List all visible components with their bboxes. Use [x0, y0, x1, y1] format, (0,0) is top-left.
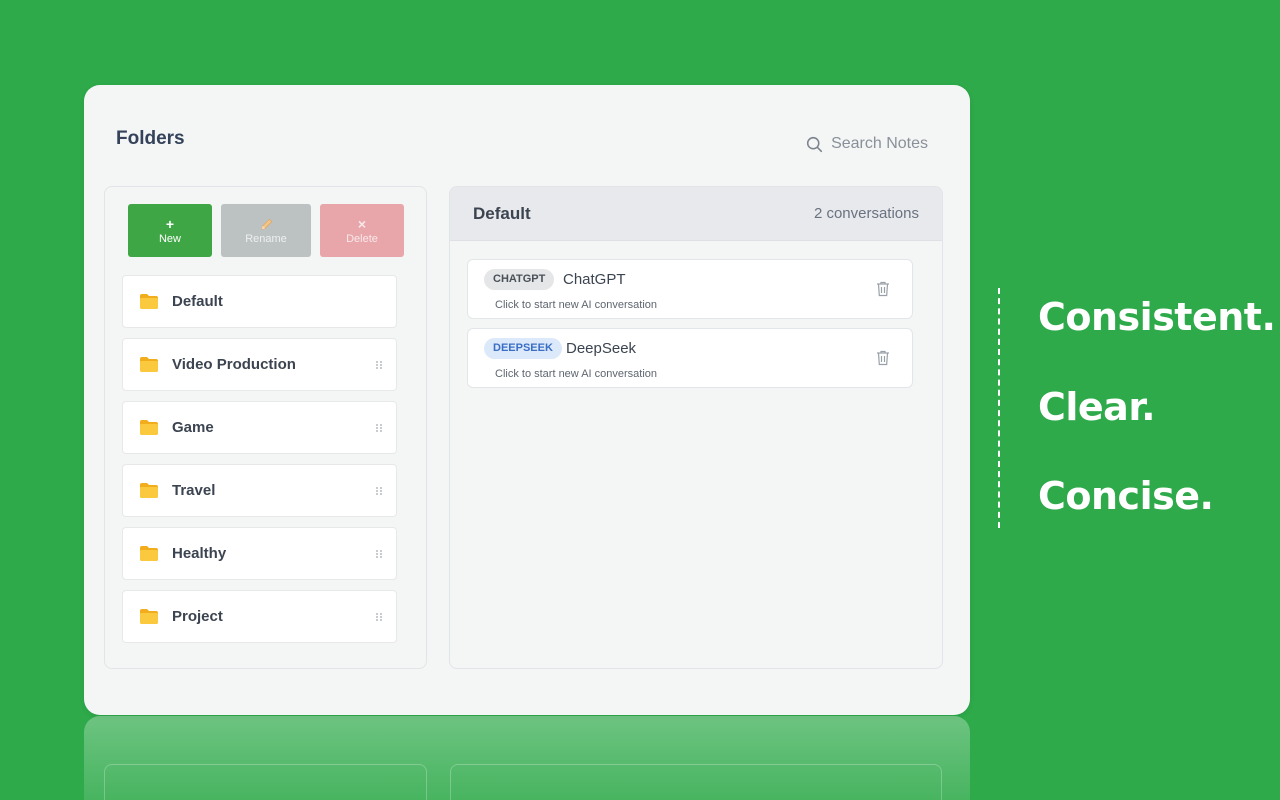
folder-name: Project: [172, 608, 223, 625]
folder-icon: [140, 546, 158, 561]
delete-folder-button[interactable]: × Delete: [320, 204, 404, 257]
folder-panel: + New Rename × Delete Default Video Prod…: [104, 186, 427, 669]
panel-title: Folders: [116, 128, 185, 149]
folder-item-healthy[interactable]: Healthy: [122, 527, 397, 580]
conversation-name: DeepSeek: [566, 340, 637, 357]
folder-name: Video Production: [172, 356, 296, 373]
plus-icon: +: [165, 215, 175, 232]
folder-item-game[interactable]: Game: [122, 401, 397, 454]
rename-label: Rename: [245, 232, 287, 245]
drag-handle-icon[interactable]: [375, 360, 383, 370]
conversation-count: 2 conversations: [813, 205, 919, 222]
folder-item-project[interactable]: Project: [122, 590, 397, 643]
folder-name: Game: [172, 419, 214, 436]
folder-icon: [140, 483, 158, 498]
tagline-clear: Clear.: [1038, 385, 1156, 429]
rename-folder-button[interactable]: Rename: [221, 204, 311, 257]
drag-handle-icon[interactable]: [375, 486, 383, 496]
ai-badge: DEEPSEEK: [484, 338, 562, 359]
folder-icon: [140, 357, 158, 372]
search-placeholder: Search Notes: [831, 135, 928, 152]
tagline-concise: Concise.: [1038, 474, 1214, 518]
conversation-header: Default 2 conversations: [450, 187, 942, 241]
new-folder-button[interactable]: + New: [128, 204, 212, 257]
close-icon: ×: [357, 215, 367, 232]
folder-item-travel[interactable]: Travel: [122, 464, 397, 517]
folder-name: Healthy: [172, 545, 227, 562]
folder-name: Travel: [172, 482, 216, 499]
dashed-divider: [998, 288, 1000, 528]
reflection-left-panel: [104, 764, 427, 800]
conversation-panel: Default 2 conversations CHATGPT ChatGPT …: [449, 186, 943, 669]
conversation-subtitle: Click to start new AI conversation: [495, 368, 658, 380]
trash-icon[interactable]: [876, 281, 890, 297]
ai-badge: CHATGPT: [484, 269, 555, 290]
conversation-name: ChatGPT: [563, 271, 626, 288]
pencil-icon: [260, 218, 272, 230]
reflection-right-panel: [450, 764, 942, 800]
selected-folder-title: Default: [473, 203, 531, 223]
conversation-subtitle: Click to start new AI conversation: [495, 299, 658, 311]
folder-toolbar: + New Rename × Delete: [128, 204, 404, 257]
folder-icon: [140, 294, 158, 309]
trash-icon[interactable]: [876, 350, 890, 366]
search-notes[interactable]: Search Notes: [806, 135, 928, 153]
drag-handle-icon[interactable]: [375, 549, 383, 559]
folder-item-video-production[interactable]: Video Production: [122, 338, 397, 391]
folder-item-default[interactable]: Default: [122, 275, 397, 328]
tagline-consistent: Consistent.: [1038, 295, 1276, 339]
folder-icon: [140, 609, 158, 624]
folders-window: Folders Search Notes + New Rename × Dele…: [84, 85, 970, 715]
window-reflection: [84, 716, 970, 800]
delete-label: Delete: [346, 232, 378, 245]
folder-name: Default: [172, 293, 223, 310]
folder-icon: [140, 420, 158, 435]
drag-handle-icon[interactable]: [375, 423, 383, 433]
new-label: New: [158, 232, 181, 245]
folder-list: Default Video Production Game Travel Hea…: [122, 275, 397, 653]
drag-handle-icon[interactable]: [375, 612, 383, 622]
conversation-item-chatgpt[interactable]: CHATGPT ChatGPT Click to start new AI co…: [467, 259, 913, 319]
search-icon: [806, 136, 823, 152]
conversation-item-deepseek[interactable]: DEEPSEEK DeepSeek Click to start new AI …: [467, 328, 913, 388]
